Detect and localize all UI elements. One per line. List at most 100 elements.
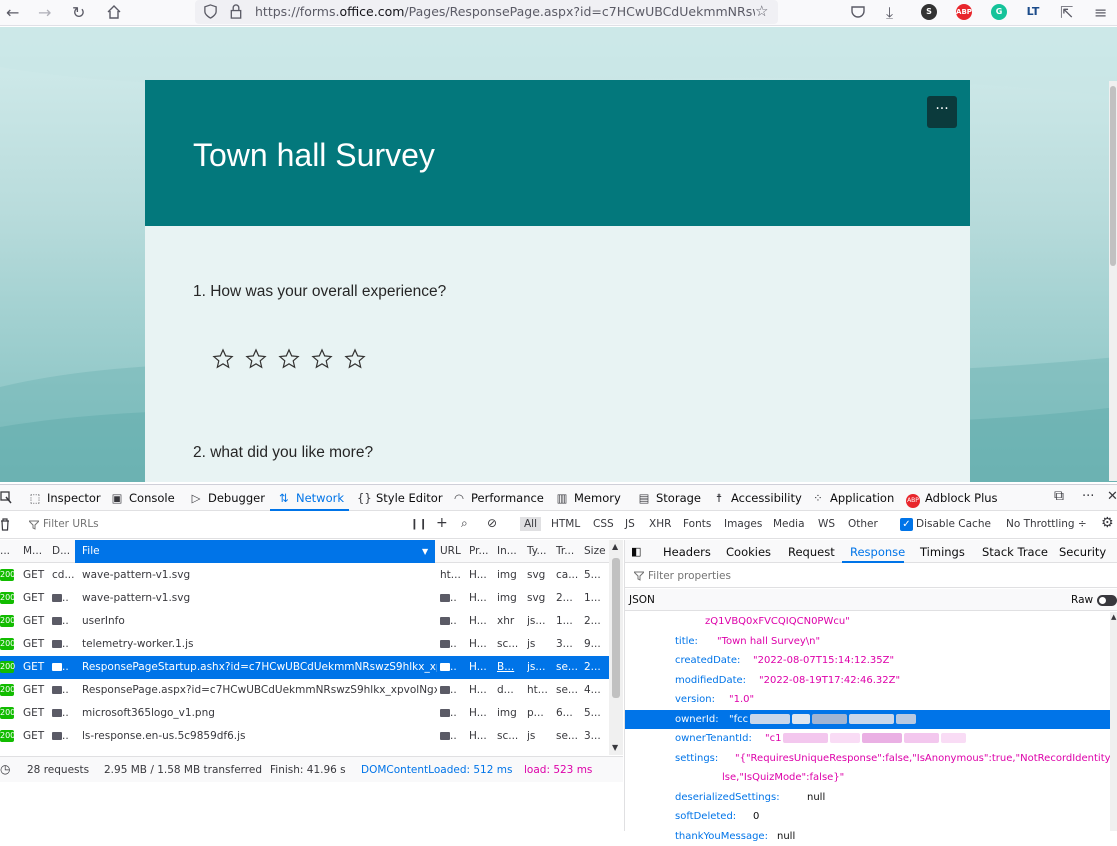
forward-icon[interactable]: →	[38, 3, 51, 22]
tab-performance[interactable]: ◠ Performance	[452, 491, 544, 505]
col-status[interactable]: ...	[0, 545, 10, 557]
tab-security[interactable]: Security	[1059, 545, 1106, 559]
filter-css[interactable]: CSS	[593, 518, 614, 530]
request-row[interactable]: 200 GET.. wave-pattern-v1.svg.. H... img svg 2…	[0, 587, 609, 610]
star-3-icon[interactable]	[278, 348, 300, 370]
col-type[interactable]: Ty...	[527, 545, 547, 557]
request-list-scrollbar[interactable]: ▲ ▼	[609, 540, 623, 755]
filter-images[interactable]: Images	[724, 518, 762, 530]
col-initiator[interactable]: In...	[497, 545, 517, 557]
block-icon[interactable]: ⊘	[487, 516, 497, 530]
raw-toggle[interactable]	[1097, 595, 1117, 606]
col-file[interactable]: File ▼	[75, 540, 435, 563]
col-size[interactable]: Size	[584, 545, 606, 557]
disable-cache-checkbox[interactable]: ✓	[900, 518, 913, 531]
tab-response[interactable]: Response	[850, 545, 905, 559]
json-line[interactable]: softDeleted: 0	[625, 807, 1110, 826]
tab-debugger[interactable]: ▷ Debugger	[189, 491, 265, 505]
pause-icon[interactable]: ❙❙	[410, 518, 428, 530]
col-url[interactable]: URL	[440, 545, 461, 557]
settings-gear-icon[interactable]: ⚙	[1101, 515, 1114, 531]
toggle-panel-icon[interactable]: ◧	[631, 545, 641, 558]
request-row[interactable]: 200 GET.. microsoft365logo_v1.png.. H... img…	[0, 702, 609, 725]
col-method[interactable]: M...	[23, 545, 42, 557]
tab-storage[interactable]: ▤ Storage	[637, 491, 701, 505]
bookmark-star-icon[interactable]: ☆	[755, 2, 768, 20]
lock-icon[interactable]	[229, 4, 243, 19]
search-icon[interactable]: ⌕	[461, 516, 468, 531]
request-row[interactable]: 200 GET cd... wave-pattern-v1.svg ht... H... i…	[0, 564, 609, 587]
filter-fonts[interactable]: Fonts	[683, 518, 711, 530]
tab-headers[interactable]: Headers	[663, 545, 711, 559]
tab-request[interactable]: Request	[788, 545, 835, 559]
tab-stack-trace[interactable]: Stack Trace	[982, 545, 1048, 559]
details-scrollbar[interactable]: ▲	[1110, 612, 1117, 831]
star-4-icon[interactable]	[311, 348, 333, 370]
json-line[interactable]: thankYouMessage: null	[625, 827, 1110, 846]
json-line[interactable]: title: "Town hall Survey\n"	[625, 632, 1110, 651]
filter-js[interactable]: JS	[625, 518, 635, 530]
overflow-menu-icon[interactable]: ···	[1082, 489, 1094, 504]
shield-icon[interactable]	[203, 4, 218, 19]
add-request-icon[interactable]: +	[436, 515, 448, 531]
json-line[interactable]: createdDate: "2022-08-07T15:14:12.35Z"	[625, 651, 1110, 670]
scroll-up-icon[interactable]: ▲	[612, 542, 618, 551]
home-icon[interactable]	[106, 4, 122, 20]
json-line[interactable]: ownerTenantId: "c1	[625, 729, 1110, 748]
json-line[interactable]: deserializedSettings: null	[625, 788, 1110, 807]
request-row[interactable]: 200 GET.. userInfo.. H... xhr js... 1... 2...	[0, 610, 609, 633]
col-domain[interactable]: D...	[52, 545, 70, 557]
tab-memory[interactable]: ▥ Memory	[555, 491, 621, 505]
filter-all[interactable]: All	[520, 517, 542, 531]
json-line[interactable]: lse,"IsQuizMode":false}"	[625, 768, 1110, 787]
filter-media[interactable]: Media	[773, 518, 805, 530]
col-protocol[interactable]: Pr...	[469, 545, 489, 557]
languagetool-icon[interactable]: LT	[1025, 4, 1041, 20]
dock-icon[interactable]: ⧉	[1054, 488, 1064, 504]
pick-element-icon[interactable]	[0, 491, 12, 505]
tab-cookies[interactable]: Cookies	[726, 545, 771, 559]
json-line[interactable]: settings: "{"RequiresUniqueResponse":fals…	[625, 749, 1117, 768]
download-icon[interactable]: ⤓	[886, 3, 893, 23]
filter-ws[interactable]: WS	[818, 518, 835, 530]
tab-adblock-plus[interactable]: ABP Adblock Plus	[906, 491, 998, 508]
scroll-up-icon[interactable]: ▲	[1111, 613, 1116, 621]
filter-html[interactable]: HTML	[551, 518, 580, 530]
tab-application[interactable]: ⁘ Application	[811, 491, 894, 505]
tab-network[interactable]: ⇅ Network	[277, 491, 344, 505]
more-options-button[interactable]: ···	[927, 96, 957, 128]
filter-properties-input[interactable]: Filter properties	[648, 570, 731, 582]
tab-console[interactable]: ▣ Console	[110, 491, 175, 505]
col-transferred[interactable]: Tr...	[556, 545, 574, 557]
trash-icon[interactable]	[0, 518, 10, 531]
address-bar[interactable]: https://forms.office.com/Pages/ResponseP…	[195, 0, 778, 24]
request-row[interactable]: 200 GET.. ResponsePage.aspx?id=c7HCwUBCdUe…	[0, 679, 609, 702]
pocket-icon[interactable]	[850, 4, 866, 20]
tab-accessibility[interactable]: ☨ Accessibility	[712, 491, 802, 505]
request-row[interactable]: 200 GET.. telemetry-worker.1.js.. H... sc...…	[0, 633, 609, 656]
json-line[interactable]: modifiedDate: "2022-08-19T17:42:46.32Z"	[625, 671, 1110, 690]
scroll-down-icon[interactable]: ▼	[612, 743, 618, 752]
grammarly-icon[interactable]: G	[991, 4, 1007, 20]
json-line[interactable]: ownerId: "fcc	[625, 709, 1110, 729]
star-rating[interactable]	[212, 348, 377, 374]
tab-style-editor[interactable]: {} Style Editor	[357, 491, 443, 505]
throttling-select[interactable]: No Throttling ÷	[1006, 518, 1087, 530]
back-icon[interactable]: ←	[6, 3, 19, 22]
adblock-icon[interactable]: ABP	[956, 4, 972, 20]
tab-timings[interactable]: Timings	[920, 545, 965, 559]
tab-inspector[interactable]: ⬚ Inspector	[28, 491, 101, 505]
star-1-icon[interactable]	[212, 348, 234, 370]
request-row[interactable]: 200 GET.. ls-response.en-us.5c9859df6.js..…	[0, 725, 609, 748]
page-scrollbar[interactable]	[1109, 81, 1117, 481]
close-devtools-icon[interactable]: ✕	[1107, 489, 1117, 504]
share-icon[interactable]: ⇱	[1060, 3, 1073, 22]
extension-s-icon[interactable]: S	[921, 4, 937, 20]
filter-other[interactable]: Other	[848, 518, 878, 530]
filter-urls-input[interactable]: Filter URLs	[43, 518, 99, 530]
filter-xhr[interactable]: XHR	[649, 518, 671, 530]
reload-icon[interactable]: ↻	[72, 3, 85, 22]
menu-icon[interactable]: ≡	[1094, 3, 1107, 22]
request-row[interactable]: 200 GET.. ResponsePageStartup.ashx?id=c7HC…	[0, 656, 609, 679]
star-2-icon[interactable]	[245, 348, 267, 370]
